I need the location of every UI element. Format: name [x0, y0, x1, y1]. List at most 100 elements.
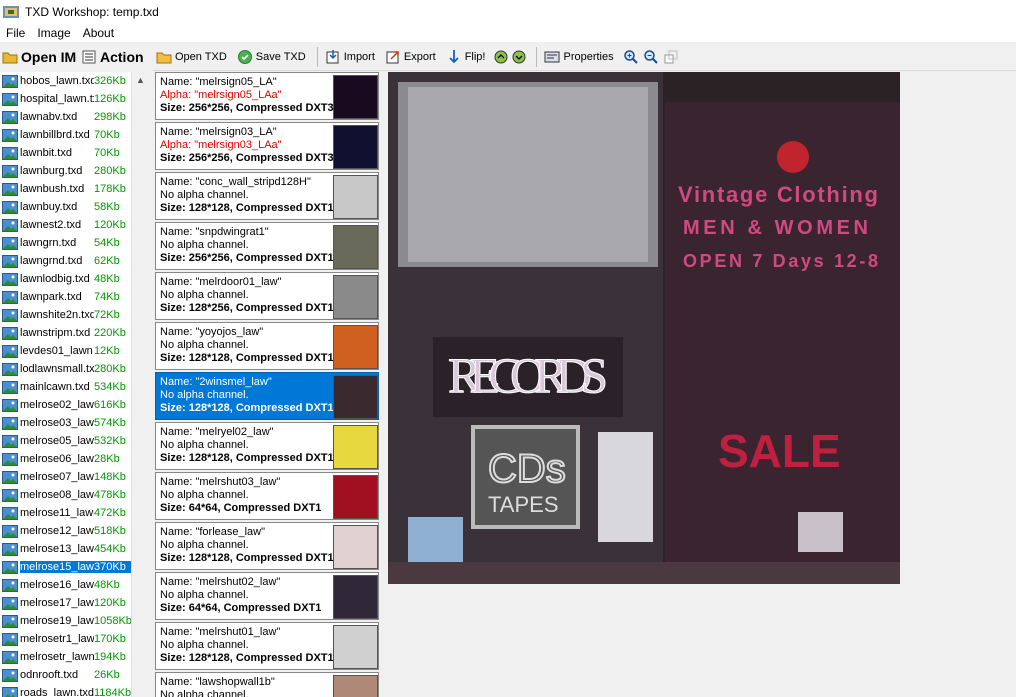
- file-list-item[interactable]: hobos_lawn.txd 326Kb: [0, 72, 148, 90]
- file-list-item[interactable]: melrose08_lawn 478Kb: [0, 486, 148, 504]
- texture-list[interactable]: Name: "melrsign05_LA" Alpha: "melrsign05_…: [155, 72, 381, 697]
- texture-item[interactable]: Name: "melrshut01_law" No alpha channel. S…: [155, 622, 379, 670]
- mip-up-button[interactable]: [492, 45, 510, 68]
- file-list-item[interactable]: lawnpark.txd 74Kb: [0, 288, 148, 306]
- texture-info: Name: "yoyojos_law" No alpha channel. Size…: [160, 326, 334, 365]
- file-list-item[interactable]: melrose05_lawn 532Kb: [0, 432, 148, 450]
- file-list-item[interactable]: lodlawnsmall.txd 280Kb: [0, 360, 148, 378]
- texture-item[interactable]: Name: "2winsmel_law" No alpha channel. Siz…: [155, 372, 379, 420]
- texture-size: Size: 256*256, Compressed DXT3: [160, 152, 334, 164]
- file-list-item[interactable]: lawnabv.txd 298Kb: [0, 108, 148, 126]
- mip-down-button[interactable]: [510, 45, 528, 68]
- file-list-item[interactable]: melrose12_lawn 518Kb: [0, 522, 148, 540]
- scroll-up-icon[interactable]: ▲: [132, 72, 149, 89]
- file-list-item[interactable]: melrose02_lawn 616Kb: [0, 396, 148, 414]
- file-name: melrose17_lawn: [20, 597, 94, 609]
- export-button[interactable]: Export: [382, 45, 439, 68]
- texture-item[interactable]: Name: "melrdoor01_law" No alpha channel. S…: [155, 272, 379, 320]
- img-file-list[interactable]: hobos_lawn.txd326Kbhospital_lawn.txd126K…: [0, 72, 149, 697]
- file-list-item[interactable]: mainlcawn.txd 534Kb: [0, 378, 148, 396]
- image-file-icon: [2, 362, 18, 376]
- file-size: 70Kb: [94, 147, 120, 159]
- texture-item[interactable]: Name: "melrshut03_law" No alpha channel. S…: [155, 472, 379, 520]
- file-list-item[interactable]: melrose19_lawn 1058Kb: [0, 612, 148, 630]
- texture-alpha: No alpha channel.: [160, 539, 249, 551]
- image-file-icon: [2, 560, 18, 574]
- action-button[interactable]: Action: [79, 44, 146, 69]
- file-list-item[interactable]: lawnbuy.txd 58Kb: [0, 198, 148, 216]
- fit-window-icon: [664, 50, 678, 63]
- texture-item[interactable]: Name: "yoyojos_law" No alpha channel. Size…: [155, 322, 379, 370]
- menu-about[interactable]: About: [77, 26, 120, 40]
- texture-info: Name: "melrsign05_LA" Alpha: "melrsign05_…: [160, 76, 334, 115]
- texture-item[interactable]: Name: "melrshut02_law" No alpha channel. S…: [155, 572, 379, 620]
- texture-name: Name: "melrshut03_law": [160, 476, 281, 488]
- texture-info: Name: "melrshut03_law" No alpha channel. S…: [160, 476, 321, 515]
- file-list-item[interactable]: lawnbush.txd 178Kb: [0, 180, 148, 198]
- image-file-icon: [2, 254, 18, 268]
- file-list-item[interactable]: melrose15_lawn 370Kb: [0, 558, 148, 576]
- open-img-button[interactable]: Open IMG: [0, 44, 79, 69]
- menu-file[interactable]: File: [0, 26, 31, 40]
- file-list-item[interactable]: levdes01_lawn 12Kb: [0, 342, 148, 360]
- texture-item[interactable]: Name: "melrsign05_LA" Alpha: "melrsign05_…: [155, 72, 379, 120]
- file-size: 518Kb: [94, 525, 126, 537]
- file-size: 126Kb: [94, 93, 126, 105]
- preview-men-women-text: MEN & WOMEN: [683, 217, 868, 239]
- folder-icon: [2, 52, 18, 63]
- file-list-item[interactable]: hospital_lawn.txd126Kb: [0, 90, 148, 108]
- file-size: 54Kb: [94, 237, 120, 249]
- save-txd-label: Save TXD: [255, 50, 306, 63]
- arrow-down-icon: [449, 49, 459, 63]
- file-name: roads_lawn.txd: [20, 687, 94, 697]
- zoom-out-button[interactable]: [641, 45, 661, 68]
- file-list-item[interactable]: lawnbit.txd 70Kb: [0, 144, 148, 162]
- file-name: levdes01_lawn: [20, 345, 93, 357]
- texture-item[interactable]: Name: "forlease_law" No alpha channel. Siz…: [155, 522, 379, 570]
- file-list-item[interactable]: melrose17_lawn 120Kb: [0, 594, 148, 612]
- file-list-item[interactable]: melrose03_lawn 574Kb: [0, 414, 148, 432]
- file-list-item[interactable]: lawnbillbrd.txd 70Kb: [0, 126, 148, 144]
- texture-item[interactable]: Name: "melryel02_law" No alpha channel. Si…: [155, 422, 379, 470]
- texture-item[interactable]: Name: "lawshopwall1b"No alpha channel.Si…: [155, 672, 379, 697]
- open-txd-label: Open TXD: [175, 50, 227, 63]
- file-list-item[interactable]: lawnlodbig.txd 48Kb: [0, 270, 148, 288]
- file-list-item[interactable]: melrose07_lawn 148Kb: [0, 468, 148, 486]
- file-name: mainlcawn.txd: [20, 381, 90, 393]
- file-list-item[interactable]: odnrooft.txd 26Kb: [0, 666, 148, 684]
- import-button[interactable]: Import: [322, 45, 378, 68]
- file-size: 120Kb: [94, 597, 126, 609]
- file-list-scrollbar[interactable]: ▲: [131, 72, 149, 697]
- file-size: 194Kb: [94, 651, 126, 663]
- menu-image[interactable]: Image: [31, 26, 76, 40]
- flip-button[interactable]: Flip!: [443, 45, 489, 68]
- texture-item[interactable]: Name: "conc_wall_stripd128H" No alpha cha…: [155, 172, 379, 220]
- zoom-in-button[interactable]: [621, 45, 641, 68]
- file-list-item[interactable]: lawngrn.txd 54Kb: [0, 234, 148, 252]
- file-list-item[interactable]: melrose11_lawn 472Kb: [0, 504, 148, 522]
- texture-thumbnail: [333, 575, 378, 619]
- file-list-item[interactable]: lawnest2.txd 120Kb: [0, 216, 148, 234]
- texture-thumbnail: [333, 675, 378, 697]
- file-list-item[interactable]: melrose13_lawn 454Kb: [0, 540, 148, 558]
- file-list-item[interactable]: lawnstripm.txd 220Kb: [0, 324, 148, 342]
- texture-item[interactable]: Name: "snpdwingrat1" No alpha channel. Siz…: [155, 222, 379, 270]
- file-list-item[interactable]: lawnburg.txd 280Kb: [0, 162, 148, 180]
- save-txd-button[interactable]: Save TXD: [234, 45, 309, 68]
- file-list-item[interactable]: melrose06_lawn 28Kb: [0, 450, 148, 468]
- texture-item[interactable]: Name: "melrsign03_LA" Alpha: "melrsign03_…: [155, 122, 379, 170]
- open-txd-button[interactable]: Open TXD: [153, 45, 230, 68]
- properties-button[interactable]: Properties: [541, 45, 616, 68]
- file-list-item[interactable]: roads_lawn.txd 1184Kb: [0, 684, 148, 697]
- file-name: melrose13_lawn: [20, 543, 94, 555]
- file-list-item[interactable]: lawnshite2n.txd 72Kb: [0, 306, 148, 324]
- file-name: lawnbush.txd: [20, 183, 85, 195]
- file-list-item[interactable]: lawngrnd.txd 62Kb: [0, 252, 148, 270]
- file-list-item[interactable]: melrosetr_lawn 194Kb: [0, 648, 148, 666]
- image-file-icon: [2, 200, 18, 214]
- file-size: 178Kb: [94, 183, 126, 195]
- file-list-item[interactable]: melrose16_lawn 48Kb: [0, 576, 148, 594]
- import-icon: [326, 49, 339, 63]
- file-list-item[interactable]: melrosetr1_lawn 170Kb: [0, 630, 148, 648]
- fit-button[interactable]: [661, 45, 681, 68]
